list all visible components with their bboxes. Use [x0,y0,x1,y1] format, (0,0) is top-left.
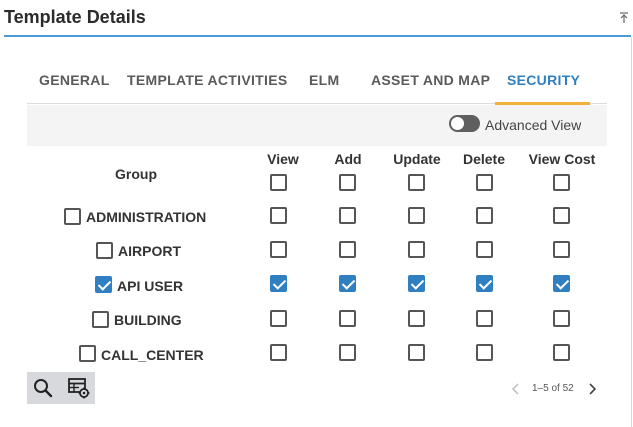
tab-general[interactable]: GENERAL [39,58,110,104]
permission-view-checkbox[interactable] [270,275,287,292]
collapse-icon[interactable] [619,12,629,24]
group-name: AIRPORT [118,243,181,259]
group-select-checkbox[interactable] [79,345,96,362]
permission-delete-checkbox[interactable] [476,207,493,224]
panel-border [631,37,632,427]
next-page-icon[interactable] [586,381,598,397]
permission-view-checkbox[interactable] [270,241,287,258]
group-name: CALL_CENTER [101,347,204,363]
group-select-checkbox[interactable] [92,311,109,328]
grid-tools [27,372,95,404]
permission-delete-checkbox[interactable] [476,344,493,361]
tab-template-activities[interactable]: TEMPLATE ACTIVITIES [127,58,287,104]
template-details-panel: Template Details GENERAL TEMPLATE ACTIVI… [0,0,633,427]
panel-title: Template Details [4,7,146,27]
advanced-view-toggle[interactable] [449,115,480,132]
permission-view-cost-checkbox[interactable] [553,241,570,258]
group-column-header: Group [115,166,157,182]
group-select-checkbox[interactable] [95,276,112,293]
tab-security[interactable]: SECURITY [494,58,591,105]
permission-add-checkbox[interactable] [339,207,356,224]
permission-add-checkbox[interactable] [339,241,356,258]
select-all-update-checkbox[interactable] [408,174,425,191]
group-select-checkbox[interactable] [64,208,81,225]
advanced-view-label: Advanced View [485,117,582,133]
group-name: ADMINISTRATION [86,209,207,225]
permission-view-cost-checkbox[interactable] [553,275,570,292]
permission-view-checkbox[interactable] [270,344,287,361]
group-select-checkbox[interactable] [96,242,113,259]
tab-asset-and-map[interactable]: ASSET AND MAP [371,58,490,104]
header-divider [4,35,631,37]
security-permissions-grid: Group View Add Update Delete View Cost A… [27,146,607,371]
tab-elm[interactable]: ELM [309,58,339,104]
permission-add-checkbox[interactable] [339,344,356,361]
column-header-update: Update [393,151,441,167]
search-icon[interactable] [31,376,55,400]
permission-delete-checkbox[interactable] [476,310,493,327]
select-all-add-checkbox[interactable] [339,174,356,191]
select-all-view-cost-checkbox[interactable] [553,174,570,191]
permission-view-checkbox[interactable] [270,310,287,327]
grid-settings-icon[interactable] [67,376,91,400]
permission-view-cost-checkbox[interactable] [553,207,570,224]
column-header-add: Add [334,151,362,167]
select-all-delete-checkbox[interactable] [476,174,493,191]
group-name: BUILDING [114,312,182,328]
column-header-view: View [267,151,299,167]
permission-update-checkbox[interactable] [408,344,425,361]
pagination-range: 1–5 of 52 [532,383,574,394]
select-all-view-checkbox[interactable] [270,174,287,191]
permission-view-checkbox[interactable] [270,207,287,224]
permission-view-cost-checkbox[interactable] [553,344,570,361]
panel-header: Template Details [0,0,633,37]
permission-update-checkbox[interactable] [408,207,425,224]
previous-page-icon[interactable] [510,381,522,397]
permission-delete-checkbox[interactable] [476,241,493,258]
tab-bar: GENERAL TEMPLATE ACTIVITIES ELM ASSET AN… [27,58,607,105]
toggle-knob [451,117,464,130]
group-name: API USER [117,278,184,294]
permission-add-checkbox[interactable] [339,310,356,327]
permission-view-cost-checkbox[interactable] [553,310,570,327]
permission-update-checkbox[interactable] [408,310,425,327]
permission-add-checkbox[interactable] [339,275,356,292]
permission-delete-checkbox[interactable] [476,275,493,292]
permission-update-checkbox[interactable] [408,241,425,258]
pagination: 1–5 of 52 [510,380,600,398]
view-options-bar: Advanced View [27,105,607,146]
column-header-view-cost: View Cost [528,151,596,167]
permission-update-checkbox[interactable] [408,275,425,292]
column-header-delete: Delete [462,151,506,167]
